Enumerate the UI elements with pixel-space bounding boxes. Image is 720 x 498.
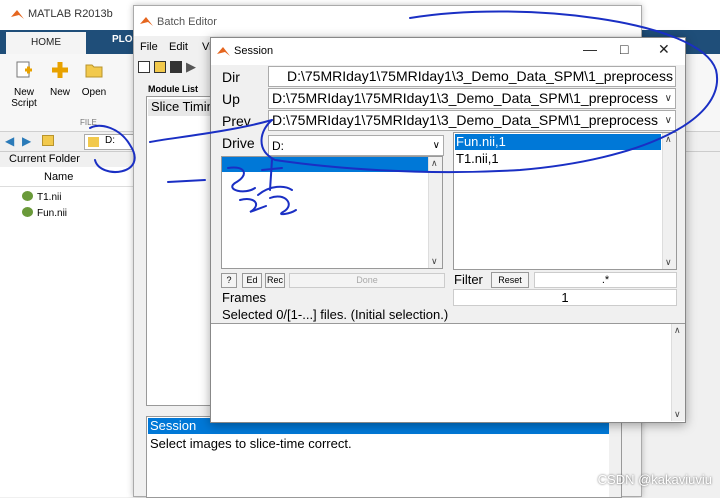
prev-dropdown[interactable]: D:\75MRIday1\75MRIday1\3_Demo_Data_SPM\1…	[268, 110, 676, 131]
help-button[interactable]: ?	[221, 273, 237, 288]
matlab-logo-icon	[11, 10, 24, 19]
selected-files-list[interactable]: ∧ ∨	[211, 323, 685, 422]
current-folder-label: Current Folder	[9, 153, 80, 165]
up-dropdown[interactable]: D:\75MRIday1\75MRIday1\3_Demo_Data_SPM\1…	[268, 88, 676, 109]
open-icon[interactable]	[154, 61, 166, 73]
batch-editor-title: Batch Editor	[157, 16, 217, 28]
file-item[interactable]: T1.nii,1	[456, 151, 499, 166]
frames-input[interactable]: 1	[453, 289, 677, 306]
new-script-button[interactable]: New Script	[6, 56, 42, 109]
tab-plots[interactable]: PLO	[112, 34, 133, 45]
dir-field[interactable]: D:\75MRIday1\75MRIday1\3_Demo_Data_SPM\1…	[268, 66, 676, 87]
item-description: Select images to slice-time correct.	[150, 436, 352, 451]
open-button[interactable]: Open	[76, 56, 112, 98]
chevron-down-icon: ∨	[664, 93, 672, 104]
selected-directory-row[interactable]	[222, 157, 428, 172]
ed-button[interactable]: Ed	[242, 273, 262, 288]
address-folder-icon	[88, 137, 99, 147]
directory-list[interactable]: ∧ ∨	[221, 156, 443, 269]
chevron-down-icon: ∨	[432, 140, 440, 151]
close-icon[interactable]: ✕	[658, 41, 670, 58]
new-file-icon[interactable]	[138, 61, 150, 73]
up-folder-icon[interactable]	[42, 135, 54, 146]
run-icon[interactable]: ▶	[186, 59, 196, 75]
session-dialog: Session — □ ✕ Dir D:\75MRIday1\75MRIday1…	[210, 37, 686, 423]
save-icon[interactable]	[170, 61, 182, 73]
file-item[interactable]: Fun.nii	[22, 207, 67, 219]
watermark: CSDN @kakaviuviu	[597, 472, 712, 487]
menu-file[interactable]: File	[140, 41, 158, 53]
minimize-icon[interactable]: —	[583, 41, 597, 57]
chevron-down-icon: ∨	[664, 115, 672, 126]
selection-status: Selected 0/[1-...] files. (Initial selec…	[222, 307, 449, 322]
reset-button[interactable]: Reset	[491, 272, 529, 288]
dir-label: Dir	[222, 69, 240, 85]
nii-file-icon	[22, 207, 33, 217]
done-button[interactable]: Done	[289, 273, 445, 288]
scrollbar[interactable]: ∧ ∨	[662, 133, 676, 269]
rec-button[interactable]: Rec	[265, 273, 285, 288]
up-label: Up	[222, 91, 240, 107]
forward-arrow-icon[interactable]: ▶	[22, 134, 31, 148]
open-folder-icon	[85, 64, 103, 78]
scrollbar[interactable]: ∧ ∨	[428, 157, 442, 268]
module-list[interactable]: Slice Timing	[146, 96, 212, 406]
nii-file-icon	[22, 191, 33, 201]
batch-editor-titlebar: Batch Editor	[134, 6, 641, 36]
back-arrow-icon[interactable]: ◀	[5, 134, 14, 148]
module-list-label: Module List	[148, 84, 198, 94]
frames-label: Frames	[222, 290, 267, 305]
drive-dropdown[interactable]: D: ∨	[268, 135, 444, 156]
scrollbar[interactable]: ∧ ∨	[671, 324, 685, 421]
filter-label: Filter	[454, 272, 483, 287]
file-item[interactable]: T1.nii	[22, 191, 61, 203]
name-column-header[interactable]: Name	[0, 167, 142, 187]
file-item-selected[interactable]: Fun.nii,1	[455, 134, 661, 150]
matlab-logo-icon	[217, 47, 230, 56]
matlab-title: MATLAB R2013b	[28, 8, 113, 20]
file-group-label: FILE	[80, 118, 97, 127]
matlab-logo-icon	[140, 17, 153, 26]
file-list[interactable]: Fun.nii,1 T1.nii,1 ∧ ∨	[453, 132, 677, 270]
new-button[interactable]: New	[42, 56, 78, 98]
menu-edit[interactable]: Edit	[169, 41, 188, 53]
batch-toolbar: ▶	[134, 58, 214, 76]
new-script-icon	[16, 61, 32, 78]
session-title: Session	[234, 45, 274, 57]
current-folder-panel: Name T1.nii Fun.nii	[0, 167, 142, 497]
maximize-icon[interactable]: □	[620, 41, 628, 57]
item-help-panel[interactable]: Session Select images to slice-time corr…	[146, 416, 622, 498]
prev-label: Prev	[222, 113, 251, 129]
module-item[interactable]: Slice Timing	[148, 99, 212, 116]
session-titlebar: Session — □ ✕	[211, 38, 685, 65]
tab-home[interactable]: HOME	[6, 32, 86, 54]
new-icon	[52, 62, 68, 78]
drive-label: Drive	[222, 135, 255, 151]
filter-input[interactable]: .*	[534, 272, 677, 288]
